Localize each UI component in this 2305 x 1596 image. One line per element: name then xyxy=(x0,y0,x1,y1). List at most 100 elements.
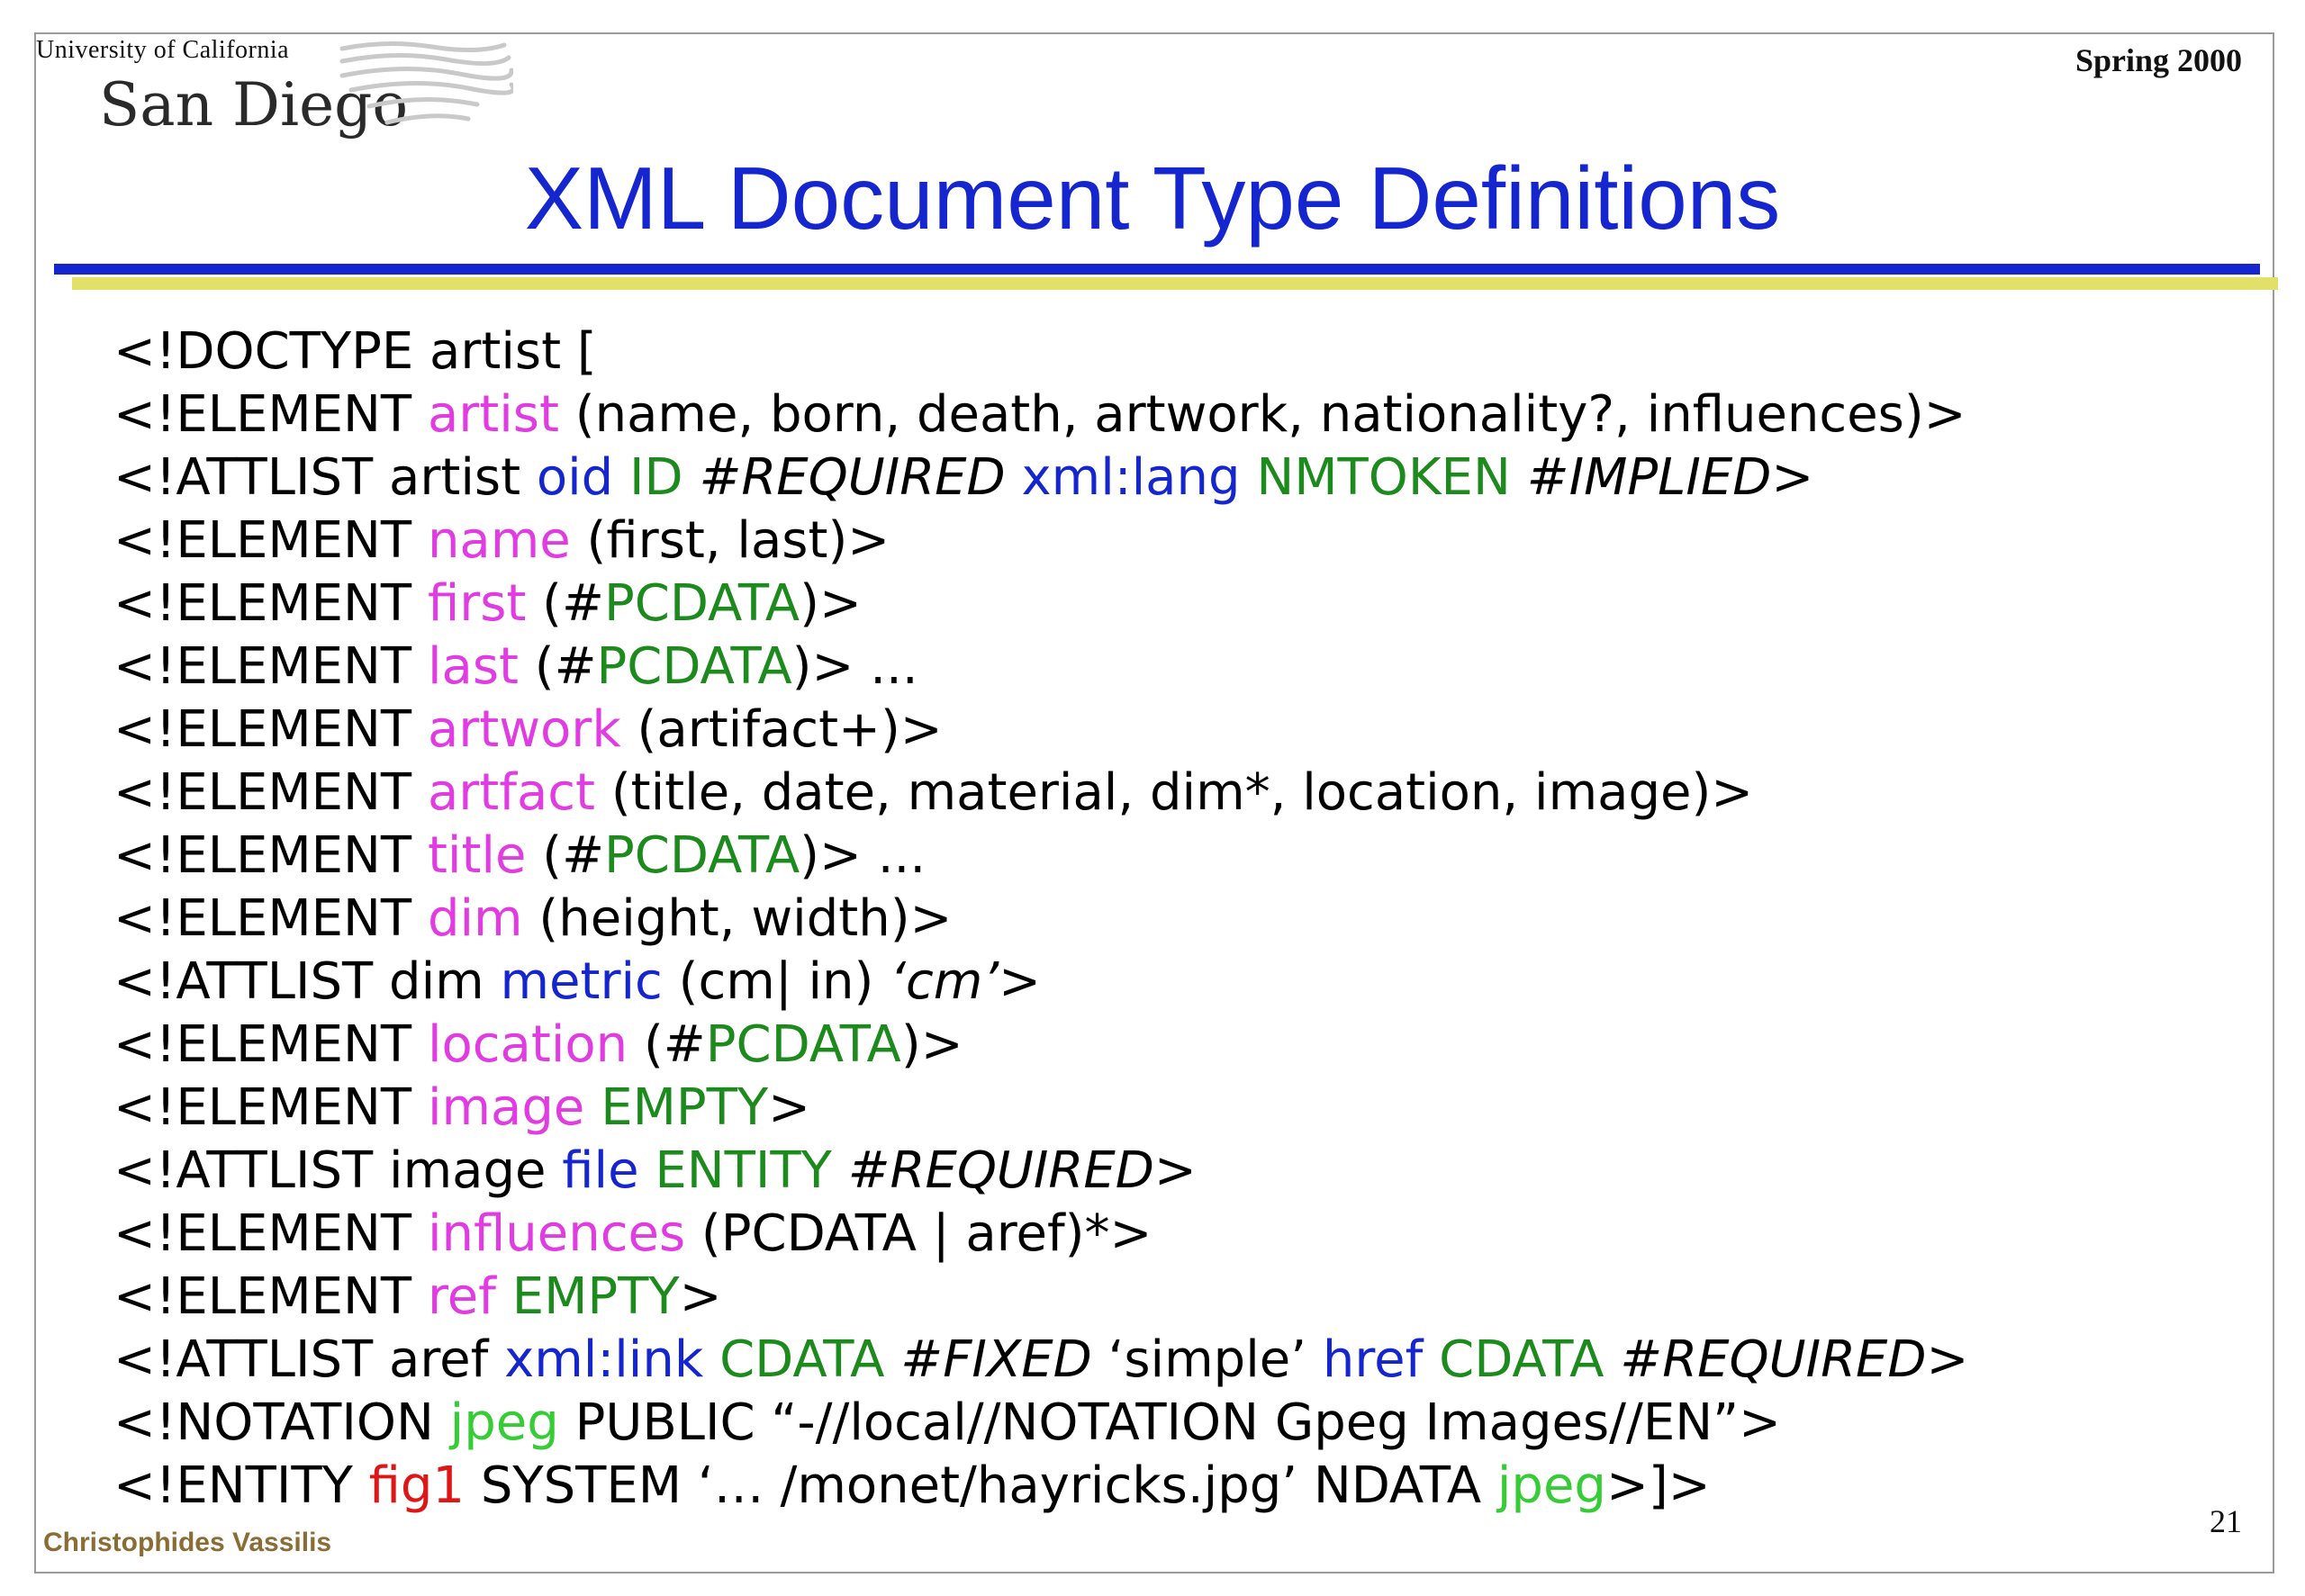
page-number: 21 xyxy=(2210,1503,2242,1539)
dtd-token: last xyxy=(427,637,519,696)
dtd-line: <!ELEMENT last (#PCDATA)> ... xyxy=(113,636,2274,699)
dtd-token: title xyxy=(427,826,527,885)
dtd-token: artwork xyxy=(427,700,621,759)
dtd-line: <!NOTATION jpeg PUBLIC “-//local//NOTATI… xyxy=(113,1392,2274,1455)
dtd-token: )> ... xyxy=(791,637,918,696)
logo-wave-icon xyxy=(339,41,513,125)
dtd-token: xml:lang xyxy=(1021,448,1241,507)
dtd-token: <!ELEMENT xyxy=(113,826,428,885)
dtd-token: <!ELEMENT xyxy=(113,1267,428,1326)
dtd-token: PCDATA xyxy=(604,826,800,885)
dtd-line: <!ELEMENT artfact (title, date, material… xyxy=(113,762,2274,825)
dtd-token: (# xyxy=(526,574,604,633)
dtd-token: CDATA xyxy=(1439,1330,1604,1389)
dtd-token: <!ELEMENT xyxy=(113,385,428,444)
dtd-token: (artifact+)> xyxy=(620,700,943,759)
dtd-token: <!ELEMENT xyxy=(113,700,428,759)
dtd-token: file xyxy=(562,1141,639,1200)
author-name: Christophides Vassilis xyxy=(43,1528,332,1557)
dtd-line: <!ELEMENT location (#PCDATA)> xyxy=(113,1014,2274,1077)
dtd-token: )> xyxy=(900,1015,963,1074)
dtd-token: (title, date, material, dim*, location, … xyxy=(595,763,1754,822)
title-rule-shadow xyxy=(72,277,2278,290)
dtd-token: (PCDATA | aref)*> xyxy=(685,1204,1152,1263)
dtd-token xyxy=(613,448,629,507)
dtd-token: <!ATTLIST image xyxy=(113,1141,563,1200)
dtd-token: EMPTY xyxy=(601,1078,769,1137)
dtd-token: > xyxy=(679,1267,722,1326)
dtd-line: <!ATTLIST artist oid ID #REQUIRED xml:la… xyxy=(113,446,2274,509)
dtd-token xyxy=(584,1078,601,1137)
dtd-token: )> xyxy=(800,574,862,633)
dtd-token: <!NOTATION xyxy=(113,1393,450,1452)
dtd-token: #FIXED xyxy=(900,1330,1092,1389)
dtd-line: <!ELEMENT influences (PCDATA | aref)*> xyxy=(113,1203,2274,1266)
dtd-token: > xyxy=(999,952,1042,1011)
dtd-token: PCDATA xyxy=(705,1015,901,1074)
dtd-token: #REQUIRED xyxy=(1620,1330,1927,1389)
dtd-token: CDATA xyxy=(719,1330,885,1389)
dtd-token: > xyxy=(1771,448,1814,507)
dtd-token: name xyxy=(427,511,571,570)
dtd-token: (name, born, death, artwork, nationality… xyxy=(558,385,1966,444)
university-logo: University of California San Diego xyxy=(36,36,513,144)
dtd-token: (# xyxy=(518,637,597,696)
dtd-token: > xyxy=(1153,1141,1197,1200)
dtd-line: <!ELEMENT first (#PCDATA)> xyxy=(113,573,2274,636)
dtd-token: jpeg xyxy=(1496,1456,1606,1515)
dtd-token: ref xyxy=(427,1267,496,1326)
dtd-token: href xyxy=(1322,1330,1424,1389)
dtd-token: fig1 xyxy=(368,1456,466,1515)
dtd-token: ‘cm’ xyxy=(890,952,999,1011)
dtd-token: <!ELEMENT xyxy=(113,511,428,570)
dtd-token: (# xyxy=(628,1015,706,1074)
dtd-token: )> ... xyxy=(800,826,927,885)
dtd-token: artist xyxy=(427,385,559,444)
dtd-token: <!ENTITY xyxy=(113,1456,369,1515)
dtd-token: (# xyxy=(526,826,604,885)
dtd-line: <!ATTLIST image file ENTITY #REQUIRED> xyxy=(113,1140,2274,1203)
dtd-token: oid xyxy=(536,448,614,507)
dtd-token: EMPTY xyxy=(511,1267,680,1326)
dtd-token: PCDATA xyxy=(603,574,800,633)
dtd-token: artfact xyxy=(427,763,596,822)
slide-title: XML Document Type Definitions xyxy=(524,149,1781,248)
dtd-line: <!ELEMENT dim (height, width)> xyxy=(113,888,2274,951)
dtd-token: xml:link xyxy=(504,1330,704,1389)
dtd-token xyxy=(703,1330,719,1389)
dtd-token xyxy=(832,1141,848,1200)
dtd-line: <!ELEMENT name (first, last)> xyxy=(113,509,2274,573)
dtd-token: jpeg xyxy=(449,1393,559,1452)
dtd-token: >]> xyxy=(1605,1456,1711,1515)
dtd-token xyxy=(1604,1330,1620,1389)
dtd-token xyxy=(884,1330,900,1389)
dtd-token: <!ELEMENT xyxy=(113,889,428,948)
term-label: Spring 2000 xyxy=(2074,42,2242,78)
dtd-token: <!ELEMENT xyxy=(113,1204,428,1263)
dtd-token: influences xyxy=(427,1204,686,1263)
dtd-line: <!DOCTYPE artist [ xyxy=(113,320,2274,383)
dtd-line: <!ELEMENT artist (name, born, death, art… xyxy=(113,383,2274,446)
dtd-token xyxy=(496,1267,512,1326)
dtd-token: NMTOKEN xyxy=(1256,448,1511,507)
dtd-line: <!ENTITY fig1 SYSTEM ‘… /monet/hayricks.… xyxy=(113,1455,2274,1518)
dtd-token: <!ELEMENT xyxy=(113,1015,428,1074)
dtd-token: #IMPLIED xyxy=(1526,448,1772,507)
dtd-token: #REQUIRED xyxy=(699,448,1006,507)
dtd-token xyxy=(1511,448,1527,507)
dtd-token: image xyxy=(427,1078,585,1137)
dtd-line: <!ELEMENT image EMPTY> xyxy=(113,1077,2274,1140)
dtd-token: (first, last)> xyxy=(570,511,890,570)
dtd-token: first xyxy=(427,574,527,633)
dtd-token xyxy=(1423,1330,1439,1389)
dtd-token: ENTITY xyxy=(655,1141,832,1200)
dtd-token: <!ELEMENT xyxy=(113,763,428,822)
dtd-token: > xyxy=(1926,1330,1969,1389)
dtd-token: metric xyxy=(500,952,663,1011)
dtd-line: <!ATTLIST dim metric (cm| in) ‘cm’> xyxy=(113,951,2274,1014)
dtd-token: <!ATTLIST artist xyxy=(113,448,537,507)
dtd-token: SYSTEM ‘… /monet/hayricks.jpg’ NDATA xyxy=(465,1456,1497,1515)
dtd-code-listing: <!DOCTYPE artist [<!ELEMENT artist (name… xyxy=(113,320,2274,1518)
dtd-token: > xyxy=(768,1078,810,1137)
dtd-token: <!ELEMENT xyxy=(113,574,428,633)
